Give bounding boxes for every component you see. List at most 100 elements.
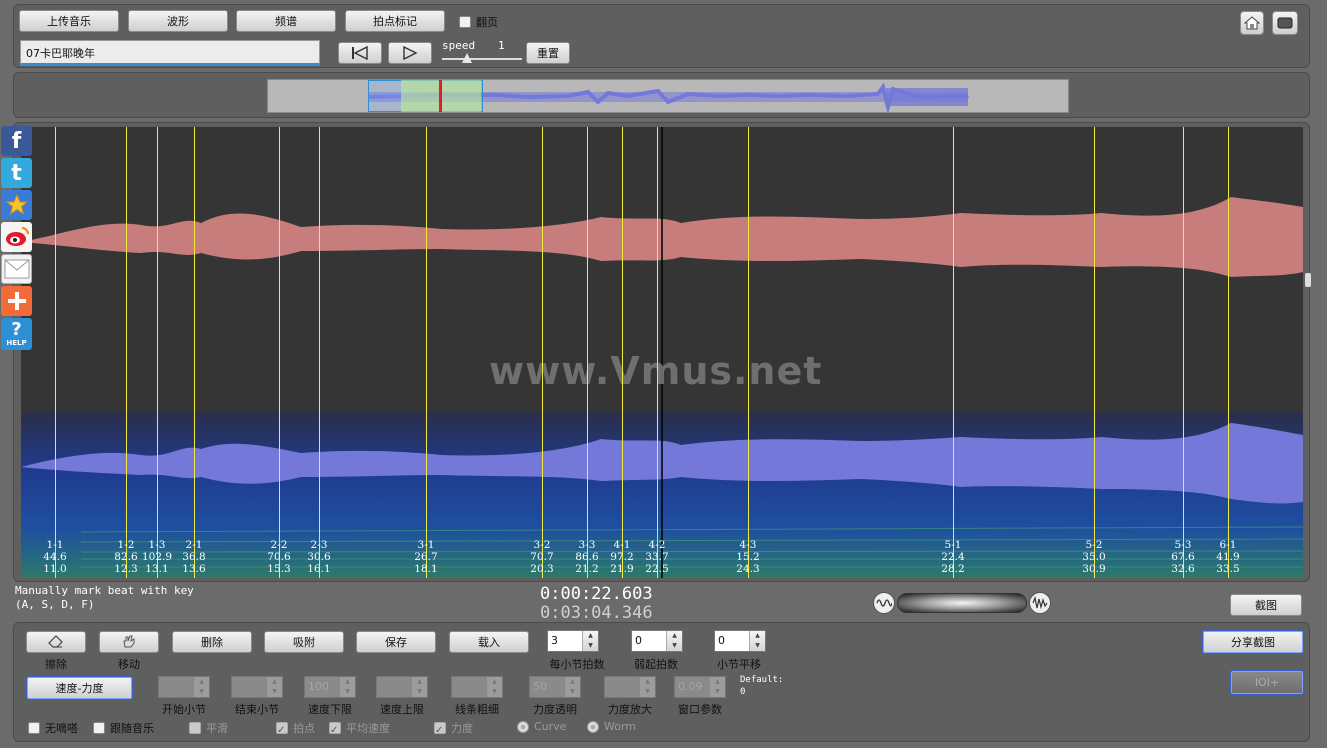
param-value[interactable]	[605, 677, 639, 697]
save-button[interactable]: 保存	[356, 631, 436, 653]
bar-shift-value[interactable]: 0	[715, 631, 749, 651]
ioi-button[interactable]: IOI+	[1230, 670, 1304, 695]
param-stepper[interactable]: ▲ ▼	[604, 676, 656, 698]
avg-speed-checkbox[interactable]: ✓ 平均速度	[329, 720, 390, 736]
param-arrows[interactable]: ▲ ▼	[709, 677, 725, 697]
param-arrows[interactable]: ▲ ▼	[486, 677, 502, 697]
weibo-share[interactable]	[1, 222, 32, 252]
param-stepper[interactable]: ▲ ▼	[451, 676, 503, 698]
curve-radio-dot[interactable]	[517, 720, 529, 733]
worm-radio[interactable]: Worm	[587, 720, 636, 733]
force-checkbox[interactable]: ✓ 力度	[434, 720, 473, 736]
twitter-share[interactable]: t	[1, 158, 32, 188]
param-arrows[interactable]: ▲ ▼	[411, 677, 427, 697]
email-share[interactable]	[1, 254, 32, 284]
follow-music-checkbox[interactable]: 跟随音乐	[93, 720, 154, 736]
param-arrows[interactable]: ▲ ▼	[639, 677, 655, 697]
curve-radio[interactable]: Curve	[517, 720, 566, 733]
beat-marker-line[interactable]	[194, 127, 195, 578]
force-box[interactable]: ✓	[434, 722, 446, 736]
more-share[interactable]	[1, 286, 32, 316]
smooth-box[interactable]	[189, 722, 201, 734]
no-tick-box[interactable]	[28, 722, 40, 734]
param-arrows[interactable]: ▲ ▼	[339, 677, 355, 697]
beats-per-bar-value[interactable]: 3	[548, 631, 582, 651]
rewind-button[interactable]	[338, 42, 382, 64]
param-stepper[interactable]: 100 ▲ ▼	[304, 676, 356, 698]
upload-music-button[interactable]: 上传音乐	[19, 10, 119, 32]
beat-marker-line[interactable]	[126, 127, 127, 578]
param-stepper[interactable]: ▲ ▼	[376, 676, 428, 698]
param-value[interactable]: 0.09	[675, 677, 709, 697]
facebook-share[interactable]: f	[1, 126, 32, 156]
param-stepper[interactable]: 50 ▲ ▼	[529, 676, 581, 698]
param-value[interactable]	[377, 677, 411, 697]
worm-radio-dot[interactable]	[587, 720, 599, 733]
beat-marker-line[interactable]	[55, 127, 56, 578]
volume-slider-track[interactable]	[897, 593, 1027, 613]
beats-checkbox[interactable]: ✓ 拍点	[276, 720, 315, 736]
spectrogram-view[interactable]: www.Vmus.net 1-1 44.6 11.0 1-2 82.6 12.3 1-3 10…	[21, 127, 1303, 578]
reset-button[interactable]: 重置	[526, 42, 570, 64]
beat-marker-line[interactable]	[426, 127, 427, 578]
pickup-stepper[interactable]: 0 ▲ ▼	[631, 630, 683, 652]
param-value[interactable]	[452, 677, 486, 697]
file-name-field[interactable]: 07卡巴耶晚年	[20, 40, 320, 66]
speed-slider-thumb[interactable]	[462, 53, 472, 63]
pickup-value[interactable]: 0	[632, 631, 666, 651]
param-stepper[interactable]: ▲ ▼	[231, 676, 283, 698]
beat-marker-line[interactable]	[622, 127, 623, 578]
param-value[interactable]	[159, 677, 193, 697]
beat-marker-line[interactable]	[1183, 127, 1184, 578]
volume-control[interactable]	[873, 591, 1051, 615]
erase-button[interactable]	[26, 631, 86, 653]
smooth-checkbox[interactable]: 平滑	[189, 720, 228, 736]
pickup-arrows[interactable]: ▲ ▼	[666, 631, 682, 651]
beats-per-bar-arrows[interactable]: ▲ ▼	[582, 631, 598, 651]
fullscreen-button[interactable]	[1272, 11, 1298, 35]
beat-marker-line[interactable]	[279, 127, 280, 578]
delete-button[interactable]: 删除	[172, 631, 252, 653]
beat-marker-line[interactable]	[587, 127, 588, 578]
tempo-force-button[interactable]: 速度-力度	[26, 676, 133, 700]
beat-marker-line[interactable]	[319, 127, 320, 578]
load-button[interactable]: 载入	[449, 631, 529, 653]
bar-shift-stepper[interactable]: 0 ▲ ▼	[714, 630, 766, 652]
share-screenshot-button[interactable]: 分享截图	[1202, 630, 1304, 654]
favorite-share[interactable]	[1, 190, 32, 220]
speed-slider[interactable]	[442, 53, 522, 65]
screenshot-button[interactable]: 截图	[1230, 594, 1302, 616]
param-arrows[interactable]: ▲ ▼	[193, 677, 209, 697]
beat-marker-line[interactable]	[748, 127, 749, 578]
param-stepper[interactable]: ▲ ▼	[158, 676, 210, 698]
beat-marker-line[interactable]	[953, 127, 954, 578]
help-button[interactable]: ? HELP	[1, 318, 32, 350]
beats-per-bar-stepper[interactable]: 3 ▲ ▼	[547, 630, 599, 652]
overview-playhead[interactable]	[439, 80, 442, 112]
bar-shift-arrows[interactable]: ▲ ▼	[749, 631, 765, 651]
beat-marker-line[interactable]	[542, 127, 543, 578]
play-button[interactable]	[388, 42, 432, 64]
overview-waveform[interactable]	[267, 79, 1069, 113]
beats-box[interactable]: ✓	[276, 722, 288, 736]
beat-marker-line[interactable]	[1094, 127, 1095, 578]
snap-button[interactable]: 吸附	[264, 631, 344, 653]
param-value[interactable]: 50	[530, 677, 564, 697]
waveform-button[interactable]: 波形	[128, 10, 228, 32]
param-value[interactable]: 100	[305, 677, 339, 697]
no-tick-checkbox[interactable]: 无嘀嗒	[28, 720, 78, 736]
move-button[interactable]	[99, 631, 159, 653]
page-turn-box[interactable]	[459, 16, 471, 28]
avg-speed-box[interactable]: ✓	[329, 722, 341, 736]
beat-marker-line[interactable]	[157, 127, 158, 578]
param-value[interactable]	[232, 677, 266, 697]
page-turn-checkbox[interactable]: 翻页	[459, 14, 498, 30]
param-stepper[interactable]: 0.09 ▲ ▼	[674, 676, 726, 698]
beat-marker-line[interactable]	[1228, 127, 1229, 578]
home-button[interactable]	[1240, 11, 1264, 35]
param-arrows[interactable]: ▲ ▼	[266, 677, 282, 697]
right-scroll-handle[interactable]	[1305, 273, 1311, 287]
beat-marker-line[interactable]	[657, 127, 658, 578]
follow-music-box[interactable]	[93, 722, 105, 734]
beat-mark-button[interactable]: 拍点标记	[345, 10, 445, 32]
